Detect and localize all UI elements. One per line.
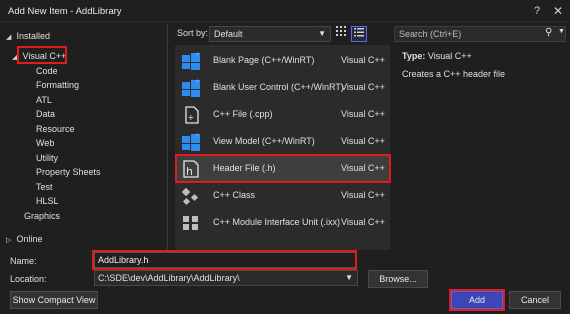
type-label: Type: (402, 51, 426, 61)
chevron-down-icon: ▼ (318, 29, 326, 38)
svg-text:+: + (195, 132, 200, 139)
tree-item-atl[interactable]: ATL (36, 93, 52, 107)
search-input[interactable]: Search (Ctrl+E) ⚲ ▼ (394, 26, 566, 42)
tree-item-visual-cpp[interactable]: ◢ Visual C++ (12, 49, 66, 63)
template-name: Blank Page (C++/WinRT) (213, 55, 315, 65)
chevron-down-icon: ▼ (345, 273, 353, 282)
svg-text:+: + (195, 51, 200, 58)
chevron-down-icon[interactable]: ▼ (558, 28, 565, 35)
browse-button[interactable]: Browse... (368, 270, 428, 288)
cancel-button[interactable]: Cancel (509, 291, 561, 309)
location-label: Location: (10, 274, 47, 284)
template-language: Visual C++ (341, 109, 385, 119)
location-value: C:\SDE\dev\AddLibrary\AddLibrary\ (98, 273, 240, 283)
tree-item-web[interactable]: Web (36, 136, 54, 150)
tree-item-utility[interactable]: Utility (36, 151, 58, 165)
template-name: View Model (C++/WinRT) (213, 136, 315, 146)
svg-text:+: + (188, 113, 195, 122)
template-list: + Blank Page (C++/WinRT) Visual C++ + Bl… (175, 45, 390, 250)
cpp-file-icon: + (185, 106, 199, 124)
list-icon (354, 28, 364, 37)
sort-bar: Sort by: Default ▼ (173, 25, 388, 43)
type-value: Visual C++ (427, 51, 472, 61)
category-tree: ◢ Installed ◢ Visual C++ Code Formatting… (4, 26, 167, 250)
grid-icon (336, 26, 346, 36)
tree-label-installed: Installed (16, 31, 51, 41)
search-icon[interactable]: ⚲ (545, 27, 552, 38)
close-button[interactable]: ✕ (551, 4, 565, 18)
header-file-icon: h + (183, 160, 199, 178)
template-row[interactable]: C++ Class Visual C++ (175, 182, 390, 209)
tree-item-online[interactable]: ▷ Online (6, 232, 43, 246)
list-view-button[interactable] (351, 26, 367, 42)
view-model-icon: + (182, 132, 200, 151)
tree-item-hlsl[interactable]: HLSL (36, 194, 59, 208)
template-name: C++ File (.cpp) (213, 109, 273, 119)
template-row[interactable]: C++ Module Interface Unit (.ixx) Visual … (175, 209, 390, 236)
template-row-selected[interactable]: h + Header File (.h) Visual C++ (175, 155, 390, 182)
template-language: Visual C++ (341, 55, 385, 65)
svg-text:+: + (194, 160, 199, 167)
details-type: Type: Visual C++ (402, 51, 472, 61)
template-language: Visual C++ (341, 190, 385, 200)
user-control-icon: + (182, 78, 200, 97)
details-pane: Type: Visual C++ Creates a C++ header fi… (394, 45, 566, 250)
tree-label-visual-cpp: Visual C++ (22, 51, 67, 61)
module-interface-icon (183, 216, 198, 230)
show-compact-view-button[interactable]: Show Compact View (10, 291, 98, 309)
add-button[interactable]: Add (451, 291, 503, 309)
tree-item-installed[interactable]: ◢ Installed (6, 29, 50, 43)
tree-item-property-sheets[interactable]: Property Sheets (36, 165, 101, 179)
sort-value: Default (214, 29, 243, 39)
expanded-triangle-icon[interactable]: ◢ (6, 31, 14, 45)
blank-page-icon: + (182, 51, 200, 70)
template-language: Visual C++ (341, 136, 385, 146)
expanded-triangle-icon[interactable]: ◢ (12, 51, 20, 65)
cpp-class-icon (181, 187, 199, 206)
grid-view-button[interactable] (333, 26, 349, 42)
template-name: C++ Module Interface Unit (.ixx) (213, 217, 341, 227)
template-row[interactable]: + Blank Page (C++/WinRT) Visual C++ (175, 47, 390, 74)
template-language: Visual C++ (341, 82, 385, 92)
svg-text:+: + (195, 78, 200, 85)
details-description: Creates a C++ header file (402, 69, 506, 79)
template-row[interactable]: + C++ File (.cpp) Visual C++ (175, 101, 390, 128)
help-button[interactable]: ? (530, 4, 544, 18)
template-language: Visual C++ (341, 217, 385, 227)
template-name: Header File (.h) (213, 163, 276, 173)
tree-item-test[interactable]: Test (36, 180, 53, 194)
template-name: Blank User Control (C++/WinRT) (213, 82, 344, 92)
sort-select[interactable]: Default ▼ (209, 26, 331, 42)
search-placeholder: Search (Ctrl+E) (399, 29, 462, 39)
sort-label: Sort by: (177, 28, 209, 38)
tree-item-resource[interactable]: Resource (36, 122, 75, 136)
pane-divider (167, 24, 168, 252)
svg-text:h: h (186, 165, 193, 178)
name-input[interactable]: AddLibrary.h (94, 252, 356, 268)
template-row[interactable]: + Blank User Control (C++/WinRT) Visual … (175, 74, 390, 101)
tree-item-data[interactable]: Data (36, 107, 55, 121)
location-select[interactable]: C:\SDE\dev\AddLibrary\AddLibrary\ ▼ (94, 270, 358, 286)
collapsed-triangle-icon[interactable]: ▷ (6, 234, 14, 248)
tree-label-online: Online (16, 234, 43, 244)
template-name: C++ Class (213, 190, 256, 200)
tree-item-graphics[interactable]: Graphics (24, 209, 60, 223)
title-bar: Add New Item - AddLibrary ? ✕ (0, 0, 570, 22)
window-title: Add New Item - AddLibrary (8, 6, 122, 17)
tree-item-code[interactable]: Code (36, 64, 58, 78)
name-label: Name: (10, 256, 37, 266)
template-row[interactable]: + View Model (C++/WinRT) Visual C++ (175, 128, 390, 155)
tree-item-formatting[interactable]: Formatting (36, 78, 79, 92)
template-language: Visual C++ (341, 163, 385, 173)
